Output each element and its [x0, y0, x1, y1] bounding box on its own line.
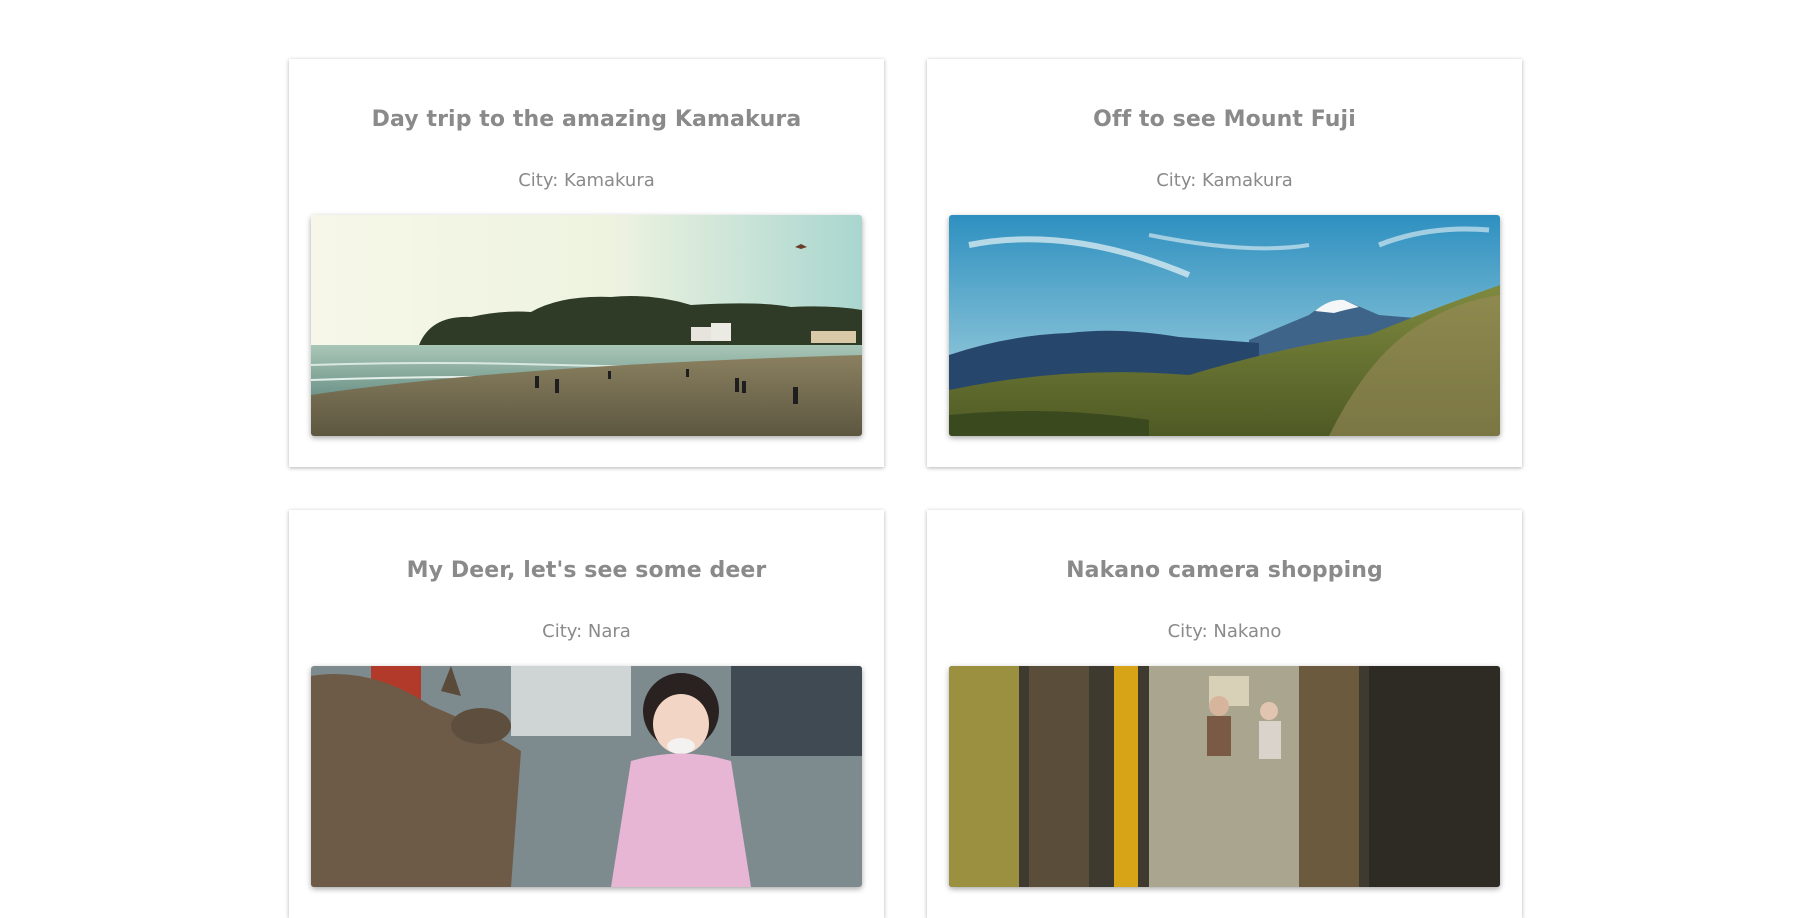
trip-card-city: City: Nakano	[1167, 621, 1282, 642]
trip-card-title[interactable]: Day trip to the amazing Kamakura	[289, 107, 884, 132]
deer-and-child-photo	[311, 666, 862, 887]
trip-card[interactable]: Off to see Mount Fuji City: Kamakura	[927, 59, 1522, 467]
trip-card-image[interactable]	[311, 666, 862, 887]
trip-card-image[interactable]	[949, 215, 1500, 436]
trip-card-city: City: Nara	[542, 621, 631, 642]
trip-card[interactable]: Day trip to the amazing Kamakura City: K…	[289, 59, 884, 467]
trip-card-city: City: Kamakura	[518, 170, 655, 191]
mount-fuji-landscape-photo	[949, 215, 1500, 436]
beach-coastline-photo	[311, 215, 862, 436]
trip-card-grid: Day trip to the amazing Kamakura City: K…	[289, 59, 1522, 918]
trip-card-title[interactable]: Off to see Mount Fuji	[927, 107, 1522, 132]
trip-card-title[interactable]: Nakano camera shopping	[927, 558, 1522, 583]
trip-card-image[interactable]	[949, 666, 1500, 887]
nakano-street-photo	[949, 666, 1500, 887]
trip-card-image[interactable]	[311, 215, 862, 436]
trip-card[interactable]: My Deer, let's see some deer City: Nara	[289, 510, 884, 918]
trip-card-city: City: Kamakura	[1156, 170, 1293, 191]
trip-card[interactable]: Nakano camera shopping City: Nakano	[927, 510, 1522, 918]
trip-card-title[interactable]: My Deer, let's see some deer	[289, 558, 884, 583]
